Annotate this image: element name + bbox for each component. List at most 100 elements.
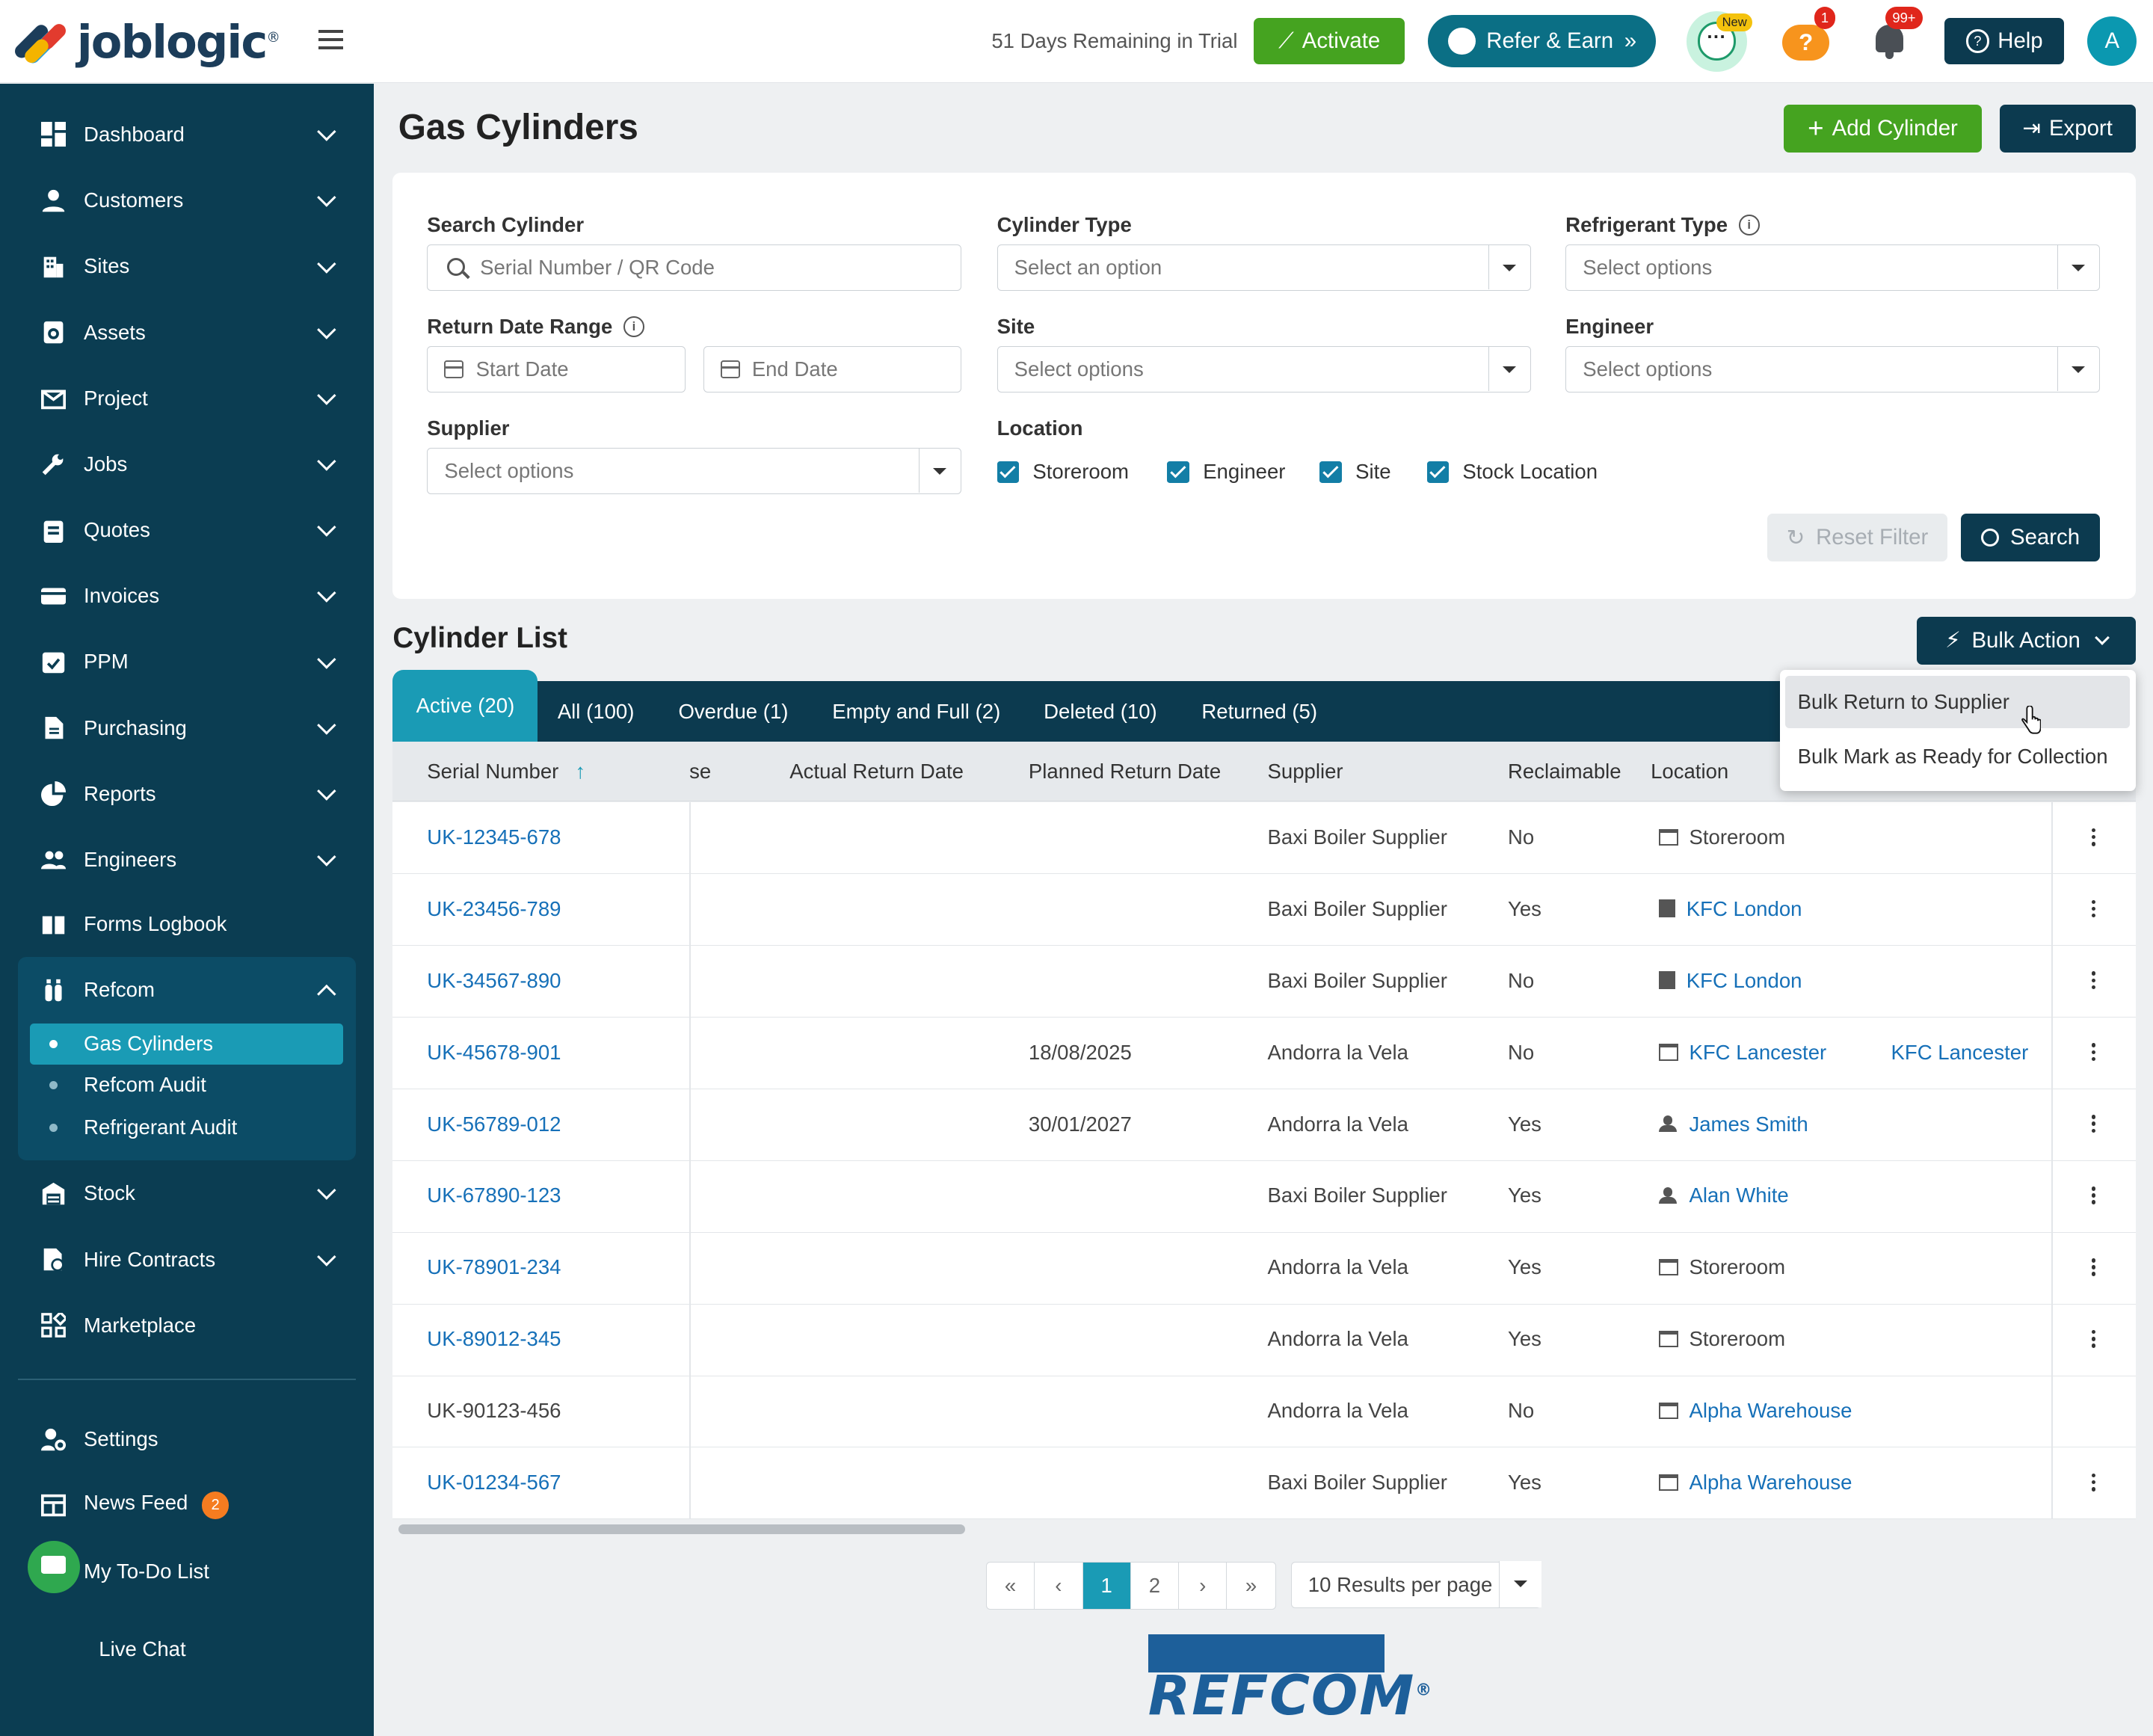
sidebar-item-stock[interactable]: Stock <box>0 1166 374 1221</box>
info-icon[interactable]: i <box>623 316 644 337</box>
page-1-button[interactable]: 1 <box>1082 1562 1131 1610</box>
sidebar-item-engineers[interactable]: Engineers <box>0 832 374 887</box>
sidebar-item-marketplace[interactable]: Marketplace <box>0 1298 374 1352</box>
bulk-return-to-supplier-item[interactable]: Bulk Return to Supplier <box>1785 675 2131 728</box>
location-engineer-checkbox[interactable]: Engineer <box>1167 460 1285 484</box>
live-chat-icon[interactable] <box>27 1541 80 1593</box>
col-actual-return-date[interactable]: Actual Return Date <box>789 760 964 784</box>
help-button[interactable]: ? Help <box>1944 17 2064 65</box>
start-date-field[interactable]: Start Date <box>427 345 686 393</box>
col-reclaimable[interactable]: Reclaimable <box>1508 760 1621 784</box>
row-actions-icon[interactable] <box>2091 1473 2096 1495</box>
sidebar-item-jobs[interactable]: Jobs <box>0 437 374 491</box>
serial-number-cell[interactable]: UK-78901-234 <box>427 1255 561 1279</box>
tab-all[interactable]: All (100) <box>558 681 635 742</box>
activate-button[interactable]: ⟋ Activate <box>1254 17 1405 65</box>
sidebar-item-purchasing[interactable]: Purchasing <box>0 701 374 755</box>
last-page-button[interactable]: » <box>1227 1563 1275 1609</box>
location-extra-cell[interactable]: KFC Lancester <box>1891 1041 2029 1065</box>
sidebar-item-hire-contracts[interactable]: Hire Contracts <box>0 1232 374 1287</box>
location-cell[interactable]: KFC Lancester <box>1659 1041 1826 1065</box>
location-cell[interactable]: KFC London <box>1659 969 1802 993</box>
sidebar-item-refrigerant-audit[interactable]: Refrigerant Audit <box>30 1107 343 1148</box>
row-actions-icon[interactable] <box>2091 1115 2096 1136</box>
sidebar-item-project[interactable]: Project <box>0 371 374 425</box>
row-actions-icon[interactable] <box>2091 971 2096 992</box>
row-actions-icon[interactable] <box>2091 899 2096 921</box>
sort-ascending-icon[interactable]: ↑ <box>575 760 585 784</box>
serial-number-cell[interactable]: UK-56789-012 <box>427 1112 561 1136</box>
col-truncated[interactable]: se <box>689 760 711 784</box>
first-page-button[interactable]: « <box>987 1562 1035 1610</box>
end-date-field[interactable]: End Date <box>703 345 961 393</box>
help-cloud-icon[interactable]: ? <box>1782 25 1829 61</box>
search-input[interactable]: Serial Number / QR Code <box>427 244 961 292</box>
avatar[interactable]: A <box>2087 16 2137 67</box>
supplier-select[interactable]: Select options <box>427 447 961 495</box>
prev-page-button[interactable]: ‹ <box>1035 1562 1083 1610</box>
sidebar-item-refcom-audit[interactable]: Refcom Audit <box>30 1065 343 1106</box>
location-cell[interactable]: Alpha Warehouse <box>1659 1399 1852 1423</box>
sidebar-item-assets[interactable]: Assets <box>0 305 374 360</box>
sidebar-item-invoices[interactable]: Invoices <box>0 569 374 624</box>
scrollbar-thumb[interactable] <box>398 1524 966 1534</box>
add-cylinder-button[interactable]: + Add Cylinder <box>1784 104 1982 153</box>
sidebar-item-refcom[interactable]: Refcom <box>0 963 374 1018</box>
row-actions-icon[interactable] <box>2091 1043 2096 1064</box>
sidebar-item-ppm[interactable]: PPM <box>0 635 374 689</box>
chat-bubble-icon[interactable]: ··· New <box>1686 10 1752 72</box>
serial-number-cell[interactable]: UK-34567-890 <box>427 969 561 993</box>
sidebar-item-reports[interactable]: Reports <box>0 766 374 821</box>
serial-number-cell[interactable]: UK-23456-789 <box>427 897 561 921</box>
serial-number-cell[interactable]: UK-01234-567 <box>427 1471 561 1495</box>
horizontal-scrollbar[interactable] <box>392 1518 2136 1542</box>
tab-active[interactable]: Active (20) <box>392 670 538 742</box>
col-location[interactable]: Location <box>1651 760 1728 784</box>
tab-deleted[interactable]: Deleted (10) <box>1044 681 1157 742</box>
location-cell[interactable]: Alan White <box>1659 1184 1789 1207</box>
live-chat-button[interactable]: Live Chat <box>0 1622 374 1676</box>
location-storeroom-checkbox[interactable]: Storeroom <box>997 460 1129 484</box>
export-button[interactable]: ⇥ Export <box>1999 104 2136 153</box>
site-select[interactable]: Select options <box>997 345 1532 393</box>
sidebar-item-dashboard[interactable]: Dashboard <box>0 107 374 161</box>
location-site-checkbox[interactable]: Site <box>1319 460 1391 484</box>
row-actions-icon[interactable] <box>2091 1258 2096 1279</box>
info-icon[interactable]: i <box>1738 214 1760 236</box>
refer-earn-button[interactable]: Refer & Earn » <box>1428 15 1657 67</box>
location-cell[interactable]: KFC London <box>1659 897 1802 921</box>
sidebar-item-sites[interactable]: Sites <box>0 239 374 294</box>
col-serial-number[interactable]: Serial Number ↑ <box>427 760 585 784</box>
cylinder-type-select[interactable]: Select an option <box>997 244 1532 292</box>
bulk-mark-ready-item[interactable]: Bulk Mark as Ready for Collection <box>1785 730 2130 783</box>
bulk-action-button[interactable]: ⚡ Bulk Action <box>1917 616 2136 665</box>
page-2-button[interactable]: 2 <box>1131 1562 1180 1610</box>
location-cell[interactable]: James Smith <box>1659 1112 1808 1136</box>
row-actions-icon[interactable] <box>2091 1186 2096 1207</box>
tab-empty-full[interactable]: Empty and Full (2) <box>832 681 1000 742</box>
sidebar-item-gas-cylinders[interactable]: Gas Cylinders <box>30 1023 344 1065</box>
search-button[interactable]: Search <box>1961 514 2100 562</box>
location-stock-checkbox[interactable]: Stock Location <box>1426 460 1598 484</box>
row-actions-icon[interactable] <box>2091 828 2096 849</box>
next-page-button[interactable]: › <box>1179 1562 1228 1610</box>
results-per-page-select[interactable]: 10 Results per page <box>1290 1560 1542 1609</box>
sidebar-item-quotes[interactable]: Quotes <box>0 502 374 557</box>
serial-number-cell[interactable]: UK-12345-678 <box>427 825 561 849</box>
location-cell[interactable]: Alpha Warehouse <box>1659 1471 1852 1495</box>
col-planned-return-date[interactable]: Planned Return Date <box>1029 760 1221 784</box>
tab-returned[interactable]: Returned (5) <box>1201 681 1317 742</box>
sidebar-item-customers[interactable]: Customers <box>0 173 374 227</box>
engineer-select[interactable]: Select options <box>1565 345 2100 393</box>
reset-filter-button[interactable]: ↻ Reset Filter <box>1767 514 1947 562</box>
sidebar-item-news-feed[interactable]: News Feed 2 <box>0 1478 374 1533</box>
sidebar-item-settings[interactable]: Settings <box>0 1412 374 1466</box>
tab-overdue[interactable]: Overdue (1) <box>678 681 788 742</box>
serial-number-cell[interactable]: UK-67890-123 <box>427 1184 561 1207</box>
menu-toggle-icon[interactable] <box>318 30 344 55</box>
sidebar-item-forms-logbook[interactable]: Forms Logbook <box>0 897 374 952</box>
row-actions-icon[interactable] <box>2091 1329 2096 1351</box>
serial-number-cell[interactable]: UK-89012-345 <box>427 1327 561 1351</box>
serial-number-cell[interactable]: UK-45678-901 <box>427 1041 561 1065</box>
refrigerant-type-select[interactable]: Select options <box>1565 244 2100 292</box>
